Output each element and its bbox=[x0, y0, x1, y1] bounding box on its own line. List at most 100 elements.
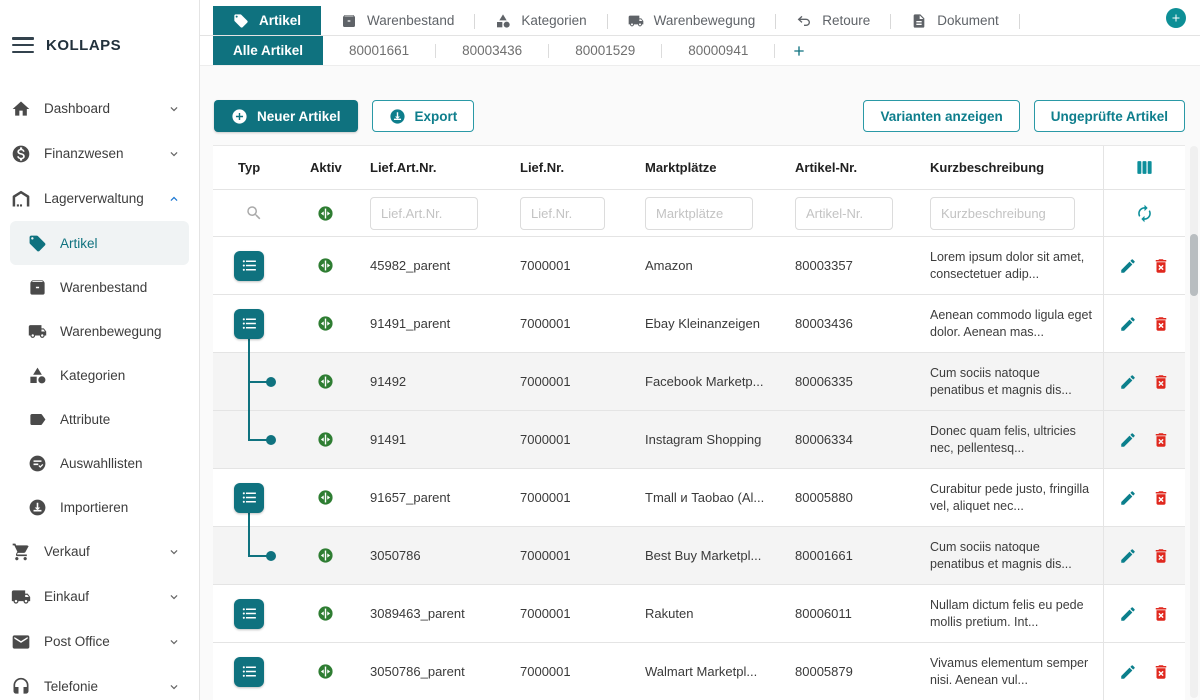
row-aktiv-cell bbox=[295, 431, 355, 448]
row-typ-cell bbox=[213, 469, 295, 526]
table-row[interactable]: 3050786 7000001 Best Buy Marketpl... 800… bbox=[213, 527, 1185, 585]
vertical-scrollbar[interactable] bbox=[1190, 146, 1198, 698]
filter-lief-art-nr-input[interactable] bbox=[370, 197, 478, 230]
add-tab-button[interactable] bbox=[1166, 8, 1186, 28]
sidebar-item-kategorien[interactable]: Kategorien bbox=[10, 353, 189, 397]
export-button[interactable]: Export bbox=[372, 100, 475, 132]
delete-trash-icon[interactable] bbox=[1152, 373, 1170, 391]
subtab-80003436[interactable]: 80003436 bbox=[436, 36, 548, 65]
subtab-80000941[interactable]: 80000941 bbox=[662, 36, 774, 65]
tab-kategorien[interactable]: Kategorien bbox=[475, 6, 606, 35]
filter-marktplaetze-input[interactable] bbox=[645, 197, 753, 230]
row-lief-art-nr: 91492 bbox=[355, 374, 505, 389]
column-header-aktiv[interactable]: Aktiv bbox=[295, 160, 355, 175]
hamburger-menu-icon[interactable] bbox=[12, 37, 34, 53]
new-article-button[interactable]: Neuer Artikel bbox=[214, 100, 358, 132]
delete-trash-icon[interactable] bbox=[1152, 547, 1170, 565]
document-icon bbox=[911, 12, 928, 29]
active-toggle-icon bbox=[317, 489, 334, 506]
chevron-up-icon bbox=[167, 192, 181, 206]
tab-label: Warenbestand bbox=[367, 13, 454, 28]
sidebar-item-post-office[interactable]: Post Office bbox=[0, 619, 199, 664]
table-row[interactable]: 45982_parent 7000001 Amazon 80003357 Lor… bbox=[213, 237, 1185, 295]
tab-artikel[interactable]: Artikel bbox=[213, 6, 321, 35]
row-artikel-nr: 80005879 bbox=[780, 664, 915, 679]
column-header-typ[interactable]: Typ bbox=[213, 160, 295, 175]
refresh-icon[interactable] bbox=[1135, 204, 1154, 223]
subtab-80001661[interactable]: 80001661 bbox=[323, 36, 435, 65]
subtab-label: 80003436 bbox=[462, 43, 522, 58]
parent-list-button[interactable] bbox=[234, 251, 264, 281]
table-row[interactable]: 91492 7000001 Facebook Marketp... 800063… bbox=[213, 353, 1185, 411]
truck-icon bbox=[27, 321, 47, 341]
filter-artikel-nr-input[interactable] bbox=[795, 197, 893, 230]
delete-trash-icon[interactable] bbox=[1152, 431, 1170, 449]
sidebar-item-label: Einkauf bbox=[44, 589, 167, 604]
parent-list-button[interactable] bbox=[234, 599, 264, 629]
column-header-lief-art-nr[interactable]: Lief.Art.Nr. bbox=[355, 160, 505, 175]
sidebar-item-artikel[interactable]: Artikel bbox=[10, 221, 189, 265]
show-variants-button[interactable]: Varianten anzeigen bbox=[863, 100, 1019, 132]
subtab-alle-artikel[interactable]: Alle Artikel bbox=[213, 36, 323, 65]
toolbar: Neuer Artikel Export Varianten anzeigen … bbox=[200, 66, 1200, 132]
table-row[interactable]: 3089463_parent 7000001 Rakuten 80006011 … bbox=[213, 585, 1185, 643]
parent-list-button[interactable] bbox=[234, 483, 264, 513]
edit-pencil-icon[interactable] bbox=[1119, 489, 1137, 507]
edit-pencil-icon[interactable] bbox=[1119, 257, 1137, 275]
tab-retoure[interactable]: Retoure bbox=[776, 6, 890, 35]
sidebar-item-einkauf[interactable]: Einkauf bbox=[0, 574, 199, 619]
column-header-lief-nr[interactable]: Lief.Nr. bbox=[505, 160, 630, 175]
parent-list-button[interactable] bbox=[234, 657, 264, 687]
row-kurzbeschreibung: Curabitur pede justo, fringilla vel, ali… bbox=[915, 481, 1103, 515]
delete-trash-icon[interactable] bbox=[1152, 315, 1170, 333]
row-lief-art-nr: 91491 bbox=[355, 432, 505, 447]
sidebar-item-attribute[interactable]: Attribute bbox=[10, 397, 189, 441]
table-row[interactable]: 91657_parent 7000001 Tmall и Taobao (Al.… bbox=[213, 469, 1185, 527]
search-icon[interactable] bbox=[245, 204, 263, 222]
table-row[interactable]: 91491 7000001 Instagram Shopping 8000633… bbox=[213, 411, 1185, 469]
row-lief-nr: 7000001 bbox=[505, 374, 630, 389]
sidebar-item-finanzwesen[interactable]: Finanzwesen bbox=[0, 131, 199, 176]
column-header-marktplaetze[interactable]: Marktplätze bbox=[630, 160, 780, 175]
add-subtab-button[interactable] bbox=[775, 36, 823, 65]
plus-icon bbox=[791, 43, 807, 59]
delete-trash-icon[interactable] bbox=[1152, 663, 1170, 681]
delete-trash-icon[interactable] bbox=[1152, 257, 1170, 275]
return-arrow-icon bbox=[796, 12, 813, 29]
delete-trash-icon[interactable] bbox=[1152, 489, 1170, 507]
edit-pencil-icon[interactable] bbox=[1119, 663, 1137, 681]
active-toggle-icon[interactable] bbox=[317, 205, 334, 222]
table-row[interactable]: 3050786_parent 7000001 Walmart Marketpl.… bbox=[213, 643, 1185, 700]
chevron-down-icon bbox=[167, 590, 181, 604]
edit-pencil-icon[interactable] bbox=[1119, 431, 1137, 449]
filter-kurzbeschreibung-input[interactable] bbox=[930, 197, 1075, 230]
sidebar-item-warenbestand[interactable]: Warenbestand bbox=[10, 265, 189, 309]
brand-header: KOLLAPS bbox=[0, 28, 199, 62]
sidebar-item-verkauf[interactable]: Verkauf bbox=[0, 529, 199, 574]
parent-list-button[interactable] bbox=[234, 309, 264, 339]
tab-warenbestand[interactable]: Warenbestand bbox=[321, 6, 474, 35]
sidebar-item-lagerverwaltung[interactable]: Lagerverwaltung bbox=[0, 176, 199, 221]
scrollbar-thumb[interactable] bbox=[1190, 234, 1198, 296]
sidebar-item-auswahllisten[interactable]: Auswahllisten bbox=[10, 441, 189, 485]
subtab-80001529[interactable]: 80001529 bbox=[549, 36, 661, 65]
sidebar-item-importieren[interactable]: Importieren bbox=[10, 485, 189, 529]
import-download-circle-icon bbox=[27, 497, 47, 517]
column-header-artikel-nr[interactable]: Artikel-Nr. bbox=[780, 160, 915, 175]
edit-pencil-icon[interactable] bbox=[1119, 373, 1137, 391]
table-row[interactable]: 91491_parent 7000001 Ebay Kleinanzeigen … bbox=[213, 295, 1185, 353]
edit-pencil-icon[interactable] bbox=[1119, 547, 1137, 565]
column-header-kurzbeschreibung[interactable]: Kurzbeschreibung bbox=[915, 160, 1103, 175]
unchecked-articles-button[interactable]: Ungeprüfte Artikel bbox=[1034, 100, 1185, 132]
tab-warenbewegung[interactable]: Warenbewegung bbox=[608, 6, 776, 35]
columns-icon[interactable] bbox=[1135, 158, 1154, 177]
edit-pencil-icon[interactable] bbox=[1119, 315, 1137, 333]
delete-trash-icon[interactable] bbox=[1152, 605, 1170, 623]
edit-pencil-icon[interactable] bbox=[1119, 605, 1137, 623]
filter-lief-nr-input[interactable] bbox=[520, 197, 605, 230]
sidebar-item-dashboard[interactable]: Dashboard bbox=[0, 86, 199, 131]
row-lief-art-nr: 45982_parent bbox=[355, 258, 505, 273]
tab-dokument[interactable]: Dokument bbox=[891, 6, 1019, 35]
sidebar-item-telefonie[interactable]: Telefonie bbox=[0, 664, 199, 700]
sidebar-item-warenbewegung[interactable]: Warenbewegung bbox=[10, 309, 189, 353]
